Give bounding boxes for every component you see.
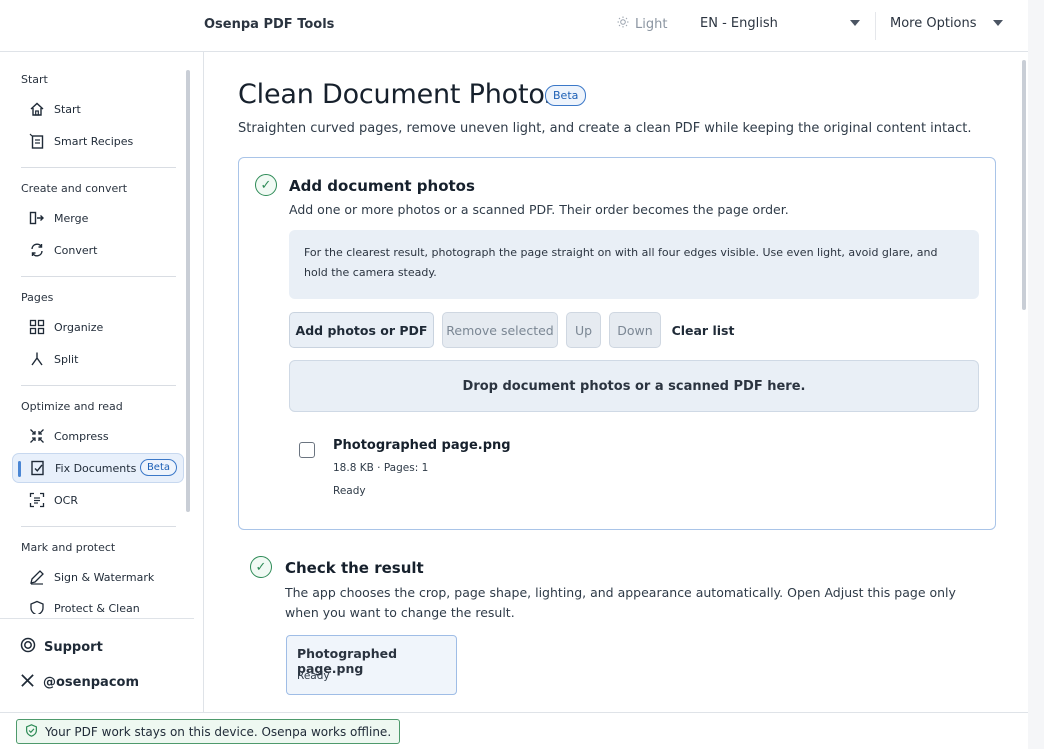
theme-toggle[interactable]: Light xyxy=(617,16,667,32)
language-select[interactable]: EN - English xyxy=(700,16,860,31)
sidebar-item-label: Fix Documents xyxy=(55,461,137,475)
app-window: Osenpa PDF Tools Light EN - English More… xyxy=(0,0,1044,749)
sidebar-item-organize[interactable]: Organize xyxy=(12,312,184,342)
ocr-icon xyxy=(28,491,46,509)
sidebar-item-label: Start xyxy=(54,102,81,116)
fix-documents-icon xyxy=(29,459,47,477)
sun-icon xyxy=(617,16,629,32)
step-description: Add one or more photos or a scanned PDF.… xyxy=(289,202,789,217)
beta-badge: Beta xyxy=(139,459,177,476)
support-link[interactable]: Support xyxy=(20,637,103,657)
convert-icon xyxy=(28,241,46,259)
privacy-text: Your PDF work stays on this device. Osen… xyxy=(45,724,392,739)
step-add-photos-card: ✓ Add document photos Add one or more ph… xyxy=(238,157,996,530)
check-circle-icon: ✓ xyxy=(250,556,272,578)
sidebar-item-label: Merge xyxy=(54,211,89,225)
sidebar-item-start[interactable]: Start xyxy=(12,94,184,124)
sidebar-item-label: Smart Recipes xyxy=(54,134,134,148)
organize-icon xyxy=(28,318,46,336)
file-list-item[interactable]: Photographed page.png 18.8 KB · Pages: 1… xyxy=(297,430,957,510)
move-down-button[interactable]: Down xyxy=(609,312,661,348)
main-content: Clean Document Photos Beta Straighten cu… xyxy=(204,52,1028,712)
sign-icon xyxy=(28,568,46,586)
split-icon xyxy=(28,350,46,368)
home-icon xyxy=(28,100,46,118)
merge-icon xyxy=(28,209,46,227)
beta-badge: Beta xyxy=(545,85,587,106)
window-scroll-track xyxy=(1028,0,1044,749)
privacy-notice: Your PDF work stays on this device. Osen… xyxy=(16,719,401,744)
sidebar-item-sign-watermark[interactable]: Sign & Watermark xyxy=(12,562,184,592)
compress-icon xyxy=(28,427,46,445)
sidebar-item-label: Split xyxy=(54,352,79,366)
social-label: @osenpacom xyxy=(43,675,140,690)
step-description: The app chooses the crop, page shape, li… xyxy=(285,585,956,620)
sidebar-item-ocr[interactable]: OCR xyxy=(12,485,184,515)
page-subtitle: Straighten curved pages, remove uneven l… xyxy=(238,121,972,136)
more-options-label: More Options xyxy=(890,16,977,31)
more-options-menu[interactable]: More Options xyxy=(890,16,1003,31)
top-header: Osenpa PDF Tools Light EN - English More… xyxy=(0,0,1028,52)
sidebar-item-label: Convert xyxy=(54,243,98,257)
file-select-checkbox[interactable] xyxy=(299,442,315,458)
file-name: Photographed page.png xyxy=(333,438,511,453)
sidebar-item-label: Protect & Clean xyxy=(54,601,140,615)
sidebar: Start Start Smart Recipes Create and con… xyxy=(0,52,204,712)
section-title-create: Create and convert xyxy=(21,182,128,195)
brand-name[interactable]: Osenpa PDF Tools xyxy=(204,17,334,32)
sidebar-item-label: OCR xyxy=(54,493,78,507)
sidebar-scrollbar[interactable] xyxy=(186,70,190,512)
sidebar-item-smart-recipes[interactable]: Smart Recipes xyxy=(12,126,184,156)
sidebar-divider xyxy=(21,385,176,386)
section-title-optimize: Optimize and read xyxy=(21,400,123,413)
sidebar-item-fix-documents[interactable]: Fix Documents Beta xyxy=(12,453,184,483)
result-page-card[interactable]: Photographed page.png Ready xyxy=(286,635,457,695)
main-scrollbar[interactable] xyxy=(1022,60,1026,310)
clear-list-button[interactable]: Clear list xyxy=(669,312,737,348)
result-status: Ready xyxy=(297,670,330,682)
sidebar-item-label: Sign & Watermark xyxy=(54,570,155,584)
sidebar-divider xyxy=(21,167,176,168)
step-title: Add document photos xyxy=(289,177,475,195)
move-up-button[interactable]: Up xyxy=(566,312,601,348)
file-meta: 18.8 KB · Pages: 1 xyxy=(333,462,429,474)
sidebar-item-merge[interactable]: Merge xyxy=(12,203,184,233)
step-title: Check the result xyxy=(285,559,424,577)
header-divider xyxy=(875,12,876,40)
sidebar-divider xyxy=(21,526,176,527)
sidebar-item-protect-clean[interactable]: Protect & Clean xyxy=(12,593,184,614)
remove-selected-button[interactable]: Remove selected xyxy=(442,312,558,348)
page-title: Clean Document Photos xyxy=(238,79,559,110)
sidebar-footer: Support @osenpacom xyxy=(0,618,194,712)
section-title-pages: Pages xyxy=(21,291,54,304)
chevron-down-icon xyxy=(993,20,1003,26)
status-footer: Your PDF work stays on this device. Osen… xyxy=(0,712,1028,749)
sidebar-item-compress[interactable]: Compress xyxy=(12,421,184,451)
theme-label: Light xyxy=(635,16,668,32)
x-logo-icon xyxy=(20,673,35,692)
protect-icon xyxy=(28,599,46,614)
add-photos-button[interactable]: Add photos or PDF xyxy=(289,312,434,348)
photo-tip: For the clearest result, photograph the … xyxy=(289,230,979,299)
chevron-down-icon xyxy=(850,20,860,26)
support-label: Support xyxy=(44,639,103,655)
drop-zone[interactable]: Drop document photos or a scanned PDF he… xyxy=(289,360,979,412)
social-link[interactable]: @osenpacom xyxy=(20,673,139,692)
file-status: Ready xyxy=(333,485,366,497)
sidebar-item-convert[interactable]: Convert xyxy=(12,235,184,265)
support-icon xyxy=(20,637,36,657)
language-value: EN - English xyxy=(700,16,778,31)
shield-check-icon xyxy=(25,723,38,740)
sidebar-nav: Start Start Smart Recipes Create and con… xyxy=(0,52,194,614)
section-title-start: Start xyxy=(21,73,48,86)
sidebar-item-label: Compress xyxy=(54,429,109,443)
sidebar-divider xyxy=(21,276,176,277)
check-circle-icon: ✓ xyxy=(255,174,277,196)
sidebar-item-split[interactable]: Split xyxy=(12,344,184,374)
recipe-icon xyxy=(28,132,46,150)
sidebar-item-label: Organize xyxy=(54,320,104,334)
section-title-mark: Mark and protect xyxy=(21,541,116,554)
